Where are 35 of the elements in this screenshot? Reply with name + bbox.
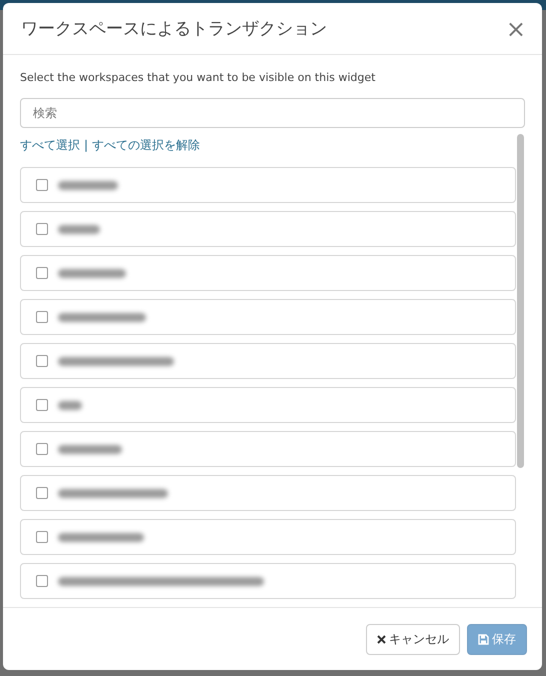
separator: | (84, 138, 88, 152)
workspace-item[interactable] (20, 343, 516, 379)
search-field[interactable]: 検索 (20, 98, 525, 128)
blurred-text (58, 224, 100, 234)
select-link[interactable]: すべての選択を解除 (92, 136, 200, 154)
scrollbar-thumb[interactable] (517, 134, 524, 468)
workspace-item[interactable] (20, 475, 516, 511)
workspace-item[interactable] (20, 387, 516, 423)
workspace-item[interactable] (20, 255, 516, 291)
checkbox[interactable] (36, 575, 48, 587)
checkbox[interactable] (36, 531, 48, 543)
checkbox[interactable] (36, 355, 48, 367)
x-icon (377, 634, 386, 644)
checkbox[interactable] (36, 223, 48, 235)
instruction-text: Select the workspaces that you want to be visible on this widget (20, 71, 376, 84)
blurred-text (58, 444, 122, 454)
workspace-item[interactable] (20, 167, 516, 203)
cancel-button[interactable]: キャンセル (366, 624, 460, 654)
workspace-item[interactable] (20, 563, 516, 599)
checkbox[interactable] (36, 311, 48, 323)
blurred-text (58, 268, 126, 278)
blurred-text (58, 180, 118, 190)
select-link[interactable]: すべて選択 (20, 136, 80, 154)
blurred-text (58, 400, 82, 410)
workspace-item[interactable] (20, 431, 516, 467)
checkbox[interactable] (36, 443, 48, 455)
workspace-item[interactable] (20, 211, 516, 247)
dialog-title: ワークスペースによるトランザクション (21, 18, 327, 40)
checkbox[interactable] (36, 487, 48, 499)
checkbox[interactable] (36, 179, 48, 191)
checkbox[interactable] (36, 399, 48, 411)
close-button[interactable]: × (506, 16, 526, 40)
checkbox[interactable] (36, 267, 48, 279)
workspace-item[interactable] (20, 299, 516, 335)
workspace-item[interactable] (20, 519, 516, 555)
